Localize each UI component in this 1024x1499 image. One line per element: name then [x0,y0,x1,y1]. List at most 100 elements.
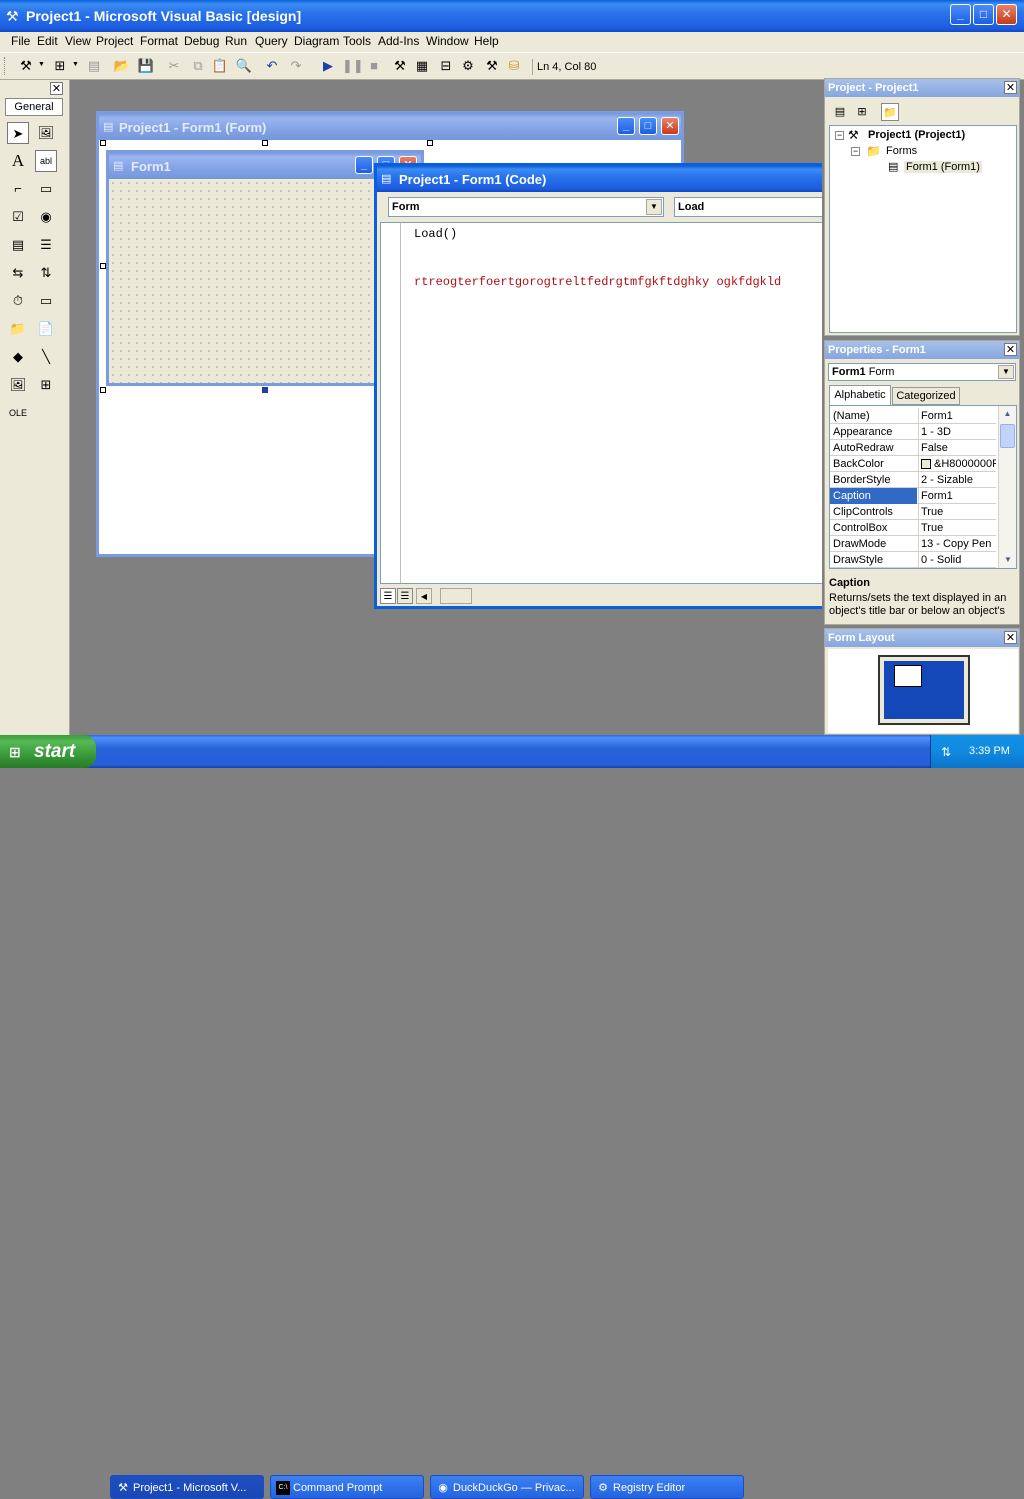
optionbutton-tool-icon[interactable]: ◉ [35,206,57,228]
main-title-bar[interactable]: ⚒ Project1 - Microsoft Visual Basic [des… [0,0,1024,32]
project-explorer-icon[interactable]: ⚒ [390,57,410,75]
checkbox-tool-icon[interactable]: ☑ [7,206,29,228]
menu-view[interactable]: View [65,34,91,48]
filelistbox-tool-icon[interactable]: 📄 [35,318,57,340]
listbox-tool-icon[interactable]: ☰ [35,234,57,256]
view-object-icon[interactable]: ⊞ [853,103,871,121]
vscrollbar-tool-icon[interactable]: ⇅ [35,262,57,284]
property-row[interactable]: ClipControls True [830,504,996,520]
property-scrollbar[interactable]: ▲ ▼ [998,406,1016,568]
menu-project[interactable]: Project [96,34,133,48]
object-selector[interactable]: Form1 Form ▼ [828,363,1016,381]
taskbar-item-vb[interactable]: ⚒ Project1 - Microsoft V... [110,1475,264,1499]
pointer-tool-icon[interactable]: ➤ [7,122,29,144]
shape-tool-icon[interactable]: ◆ [7,346,29,368]
picturebox-tool-icon[interactable]: 🖼 [35,122,57,144]
scroll-up-arrow-icon[interactable]: ▲ [999,406,1016,422]
form-designer-close-button[interactable]: ✕ [661,117,679,135]
property-row[interactable]: BackColor &H8000000F [830,456,996,472]
image-tool-icon[interactable]: 🖼 [7,374,29,396]
dropdown-arrow-icon[interactable]: ▼ [38,61,45,68]
property-grid[interactable]: (Name) Form1 Appearance 1 - 3D AutoRedraw F… [829,405,1017,569]
hscrollbar-tool-icon[interactable]: ⇆ [7,262,29,284]
redo-icon[interactable]: ↷ [286,57,306,75]
resize-handle[interactable] [100,140,106,146]
save-icon[interactable]: 💾 [136,57,156,75]
code-editor[interactable]: Load() rtreogterfoertgorogtreltfedrgtmfg… [380,222,822,584]
property-row[interactable]: Appearance 1 - 3D [830,424,996,440]
copy-icon[interactable]: ⧉ [188,57,208,75]
data-view-icon[interactable]: ⛁ [504,57,524,75]
textbox-tool-icon[interactable]: abl [35,150,57,172]
form-position-preview[interactable] [894,665,922,687]
horizontal-scroll-thumb[interactable] [440,588,472,604]
form1-minimize-button[interactable]: _ [355,156,373,174]
toolbox-icon[interactable]: ⚒ [482,57,502,75]
find-icon[interactable]: 🔍 [234,57,254,75]
project-root-node[interactable]: Project1 (Project1) [868,129,965,141]
menu-edit[interactable]: Edit [37,34,58,48]
start-button[interactable]: ⊞ start [0,735,96,768]
properties-window-icon[interactable]: ▦ [412,57,432,75]
form-layout-icon[interactable]: ⊟ [436,57,456,75]
chevron-down-icon[interactable]: ▼ [646,199,662,215]
property-row[interactable]: (Name) Form1 [830,408,996,424]
maximize-button[interactable]: □ [973,4,994,25]
tab-alphabetic[interactable]: Alphabetic [829,385,891,405]
property-row[interactable]: ControlBox True [830,520,996,536]
clock[interactable]: 3:39 PM [969,745,1010,757]
view-code-icon[interactable]: ▤ [831,103,849,121]
property-row[interactable]: AutoRedraw False [830,440,996,456]
toggle-folders-icon[interactable]: 📁 [881,103,899,121]
menu-diagram[interactable]: Diagram [294,34,339,48]
commandbutton-tool-icon[interactable]: ▭ [35,178,57,200]
scroll-thumb[interactable] [1000,424,1015,448]
ole-tool-icon[interactable]: OLE [7,402,29,424]
toolbox-tab-general[interactable]: General [5,98,63,116]
resize-handle[interactable] [262,140,268,146]
procedure-combo[interactable]: Load [674,197,822,217]
tab-categorized[interactable]: Categorized [892,387,960,405]
taskbar-item-browser[interactable]: ◉ DuckDuckGo — Privac... [430,1475,584,1499]
toolbar-grip[interactable] [4,57,7,75]
procedure-view-icon[interactable]: ☰ [380,588,396,604]
network-icon[interactable]: ⇅ [941,745,951,759]
collapse-icon[interactable]: − [835,131,844,140]
cut-icon[interactable]: ✂ [164,57,184,75]
timer-tool-icon[interactable]: ⏱ [7,290,29,312]
break-icon[interactable]: ❚❚ [342,57,364,75]
form-layout-close-icon[interactable]: ✕ [1004,631,1017,644]
resize-handle[interactable] [100,263,106,269]
menu-query[interactable]: Query [255,34,288,48]
full-module-view-icon[interactable]: ☰ [397,588,413,604]
form-designer-maximize-button[interactable]: □ [639,117,657,135]
close-button[interactable]: ✕ [996,4,1017,25]
combobox-tool-icon[interactable]: ▤ [7,234,29,256]
scroll-left-arrow-icon[interactable]: ◀ [416,588,432,604]
project-explorer-close-icon[interactable]: ✕ [1004,81,1017,94]
property-row[interactable]: DrawStyle 0 - Solid [830,552,996,568]
menu-add-ins[interactable]: Add-Ins [378,34,419,48]
resize-handle[interactable] [262,387,268,393]
scroll-down-arrow-icon[interactable]: ▼ [999,552,1017,568]
project-tree[interactable]: − ⚒ Project1 (Project1) − 📁 Forms ▤ Form… [829,125,1017,333]
dirlistbox-tool-icon[interactable]: 📁 [7,318,29,340]
toolbox-close-icon[interactable]: ✕ [50,82,63,95]
frame-tool-icon[interactable]: ⌐ [7,178,29,200]
start-icon[interactable]: ▶ [318,57,338,75]
code-window-title-bar[interactable]: ▤ Project1 - Form1 (Code) [377,166,822,192]
resize-handle[interactable] [427,140,433,146]
add-project-icon[interactable]: ⚒ [16,57,36,75]
resize-handle[interactable] [100,387,106,393]
menu-window[interactable]: Window [426,34,469,48]
end-icon[interactable]: ■ [364,57,384,75]
add-form-icon[interactable]: ⊞ [50,57,70,75]
collapse-icon[interactable]: − [851,147,860,156]
minimize-button[interactable]: _ [950,4,971,25]
label-tool-icon[interactable]: A [7,150,29,172]
property-row[interactable]: BorderStyle 2 - Sizable [830,472,996,488]
data-tool-icon[interactable]: ⊞ [35,374,57,396]
properties-close-icon[interactable]: ✕ [1004,343,1017,356]
form-designer-title-bar[interactable]: ▤ Project1 - Form1 (Form) _ □ ✕ [99,114,681,140]
menu-debug[interactable]: Debug [184,34,219,48]
